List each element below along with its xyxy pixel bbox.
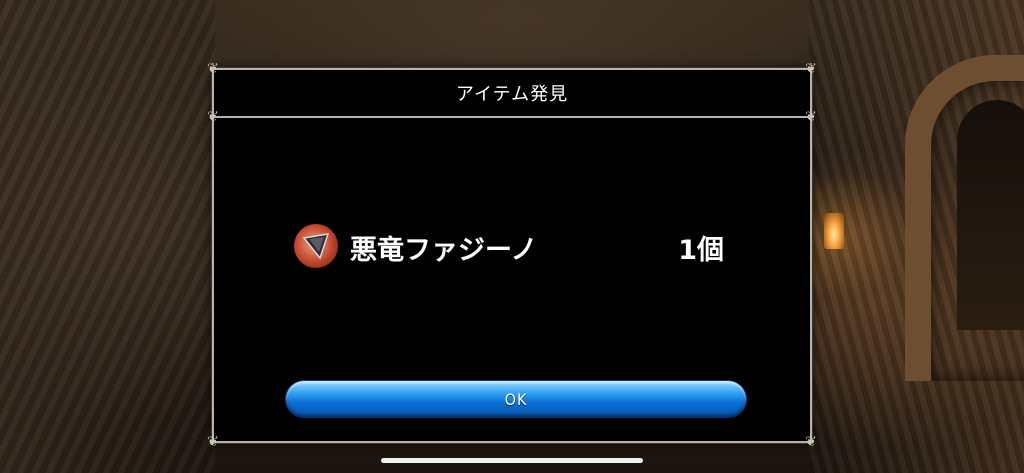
rock-wall-left: [0, 0, 215, 473]
ok-button-label: OK: [504, 389, 528, 409]
item-count: 1個: [678, 235, 724, 266]
archway-passage: [957, 100, 1024, 330]
dark-dragon-fang-icon: [294, 224, 338, 268]
torch-icon: [824, 213, 844, 249]
item-found-dialog: ❦ ❦ ❦ ❦ ❦ ❦ アイテム発見 悪竜ファジーノ 1個 OK: [207, 62, 817, 449]
corner-ornament-icon: ❦: [207, 434, 219, 450]
dialog-title-bar: アイテム発見: [214, 70, 810, 118]
dialog-title: アイテム発見: [455, 84, 569, 105]
home-indicator[interactable]: [381, 458, 643, 463]
found-item-row: 悪竜ファジーノ 1個: [294, 220, 724, 270]
corner-ornament-icon: ❦: [805, 434, 817, 450]
item-name: 悪竜ファジーノ: [350, 235, 538, 266]
ok-button[interactable]: OK: [286, 381, 746, 417]
